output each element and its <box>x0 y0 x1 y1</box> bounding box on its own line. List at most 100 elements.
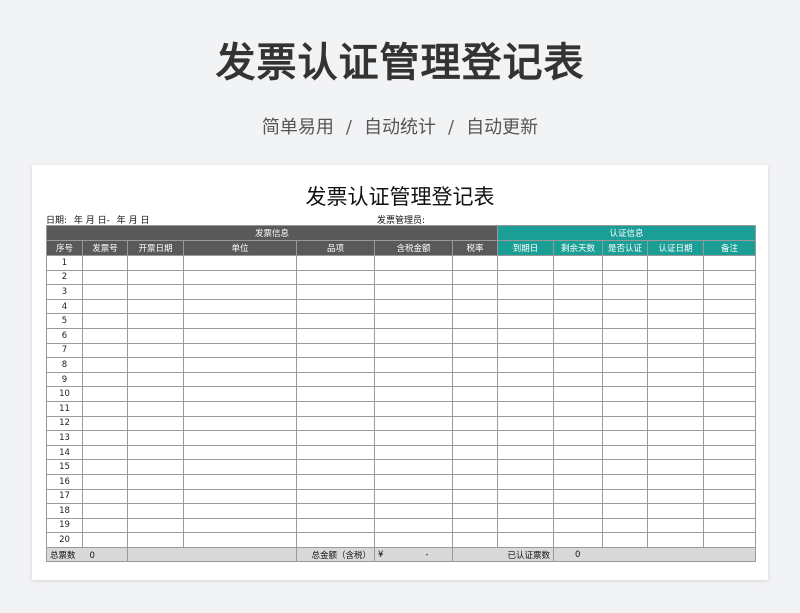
cell-cert-date[interactable] <box>647 313 705 329</box>
cell-cert-date[interactable] <box>647 298 705 315</box>
cell-invoice-no[interactable] <box>82 473 128 490</box>
cell-tax-rate[interactable] <box>451 357 499 373</box>
cell-invoice-no[interactable] <box>82 444 128 461</box>
cell-cert-date[interactable] <box>647 459 705 475</box>
cell-remaining-days[interactable] <box>553 488 604 505</box>
cell-unit[interactable] <box>183 327 297 344</box>
cell-cert-date[interactable] <box>647 488 705 505</box>
cell-cert-date[interactable] <box>647 327 705 344</box>
cell-unit[interactable] <box>183 400 297 417</box>
cell-remaining-days[interactable] <box>553 430 604 446</box>
cell-issue-date[interactable] <box>127 430 184 446</box>
cell-unit[interactable] <box>183 371 297 388</box>
cell-tax-rate[interactable] <box>451 255 499 271</box>
cell-item[interactable] <box>296 400 375 417</box>
cell-item[interactable] <box>296 269 375 286</box>
cell-issue-date[interactable] <box>127 357 184 373</box>
cell-unit[interactable] <box>183 517 297 534</box>
cell-invoice-no[interactable] <box>82 313 128 329</box>
cell-unit[interactable] <box>183 444 297 461</box>
cell-cert-date[interactable] <box>647 430 705 446</box>
cell-tax-rate[interactable] <box>451 503 499 519</box>
cell-issue-date[interactable] <box>127 473 184 490</box>
cell-is-certified[interactable] <box>602 430 649 446</box>
cell-tax-rate[interactable] <box>451 415 499 432</box>
cell-cert-date[interactable] <box>647 371 705 388</box>
cell-invoice-no[interactable] <box>82 386 128 402</box>
cell-due-date[interactable] <box>497 459 555 475</box>
cell-is-certified[interactable] <box>602 532 649 548</box>
cell-is-certified[interactable] <box>602 313 649 329</box>
cell-is-certified[interactable] <box>602 342 649 359</box>
cell-item[interactable] <box>296 444 375 461</box>
cell-amount-with-tax[interactable] <box>374 473 453 490</box>
cell-tax-rate[interactable] <box>451 459 499 475</box>
cell-remark[interactable] <box>703 371 757 388</box>
cell-item[interactable] <box>296 298 375 315</box>
cell-due-date[interactable] <box>497 357 555 373</box>
cell-remark[interactable] <box>703 313 757 329</box>
cell-remark[interactable] <box>703 284 757 300</box>
cell-remaining-days[interactable] <box>553 357 604 373</box>
cell-tax-rate[interactable] <box>451 327 499 344</box>
cell-remark[interactable] <box>703 503 757 519</box>
cell-remark[interactable] <box>703 269 757 286</box>
cell-remaining-days[interactable] <box>553 473 604 490</box>
cell-amount-with-tax[interactable] <box>374 503 453 519</box>
cell-remaining-days[interactable] <box>553 517 604 534</box>
cell-is-certified[interactable] <box>602 473 649 490</box>
cell-cert-date[interactable] <box>647 255 705 271</box>
cell-invoice-no[interactable] <box>82 298 128 315</box>
cell-remaining-days[interactable] <box>553 342 604 359</box>
cell-item[interactable] <box>296 327 375 344</box>
cell-item[interactable] <box>296 371 375 388</box>
cell-remark[interactable] <box>703 255 757 271</box>
cell-remark[interactable] <box>703 415 757 432</box>
cell-unit[interactable] <box>183 298 297 315</box>
cell-issue-date[interactable] <box>127 313 184 329</box>
cell-amount-with-tax[interactable] <box>374 357 453 373</box>
cell-issue-date[interactable] <box>127 284 184 300</box>
cell-due-date[interactable] <box>497 473 555 490</box>
cell-cert-date[interactable] <box>647 415 705 432</box>
cell-unit[interactable] <box>183 269 297 286</box>
cell-due-date[interactable] <box>497 298 555 315</box>
cell-invoice-no[interactable] <box>82 357 128 373</box>
cell-is-certified[interactable] <box>602 400 649 417</box>
cell-due-date[interactable] <box>497 400 555 417</box>
cell-unit[interactable] <box>183 357 297 373</box>
cell-is-certified[interactable] <box>602 459 649 475</box>
cell-is-certified[interactable] <box>602 488 649 505</box>
cell-unit[interactable] <box>183 386 297 402</box>
cell-invoice-no[interactable] <box>82 400 128 417</box>
cell-amount-with-tax[interactable] <box>374 386 453 402</box>
cell-is-certified[interactable] <box>602 255 649 271</box>
cell-item[interactable] <box>296 430 375 446</box>
cell-unit[interactable] <box>183 255 297 271</box>
cell-unit[interactable] <box>183 473 297 490</box>
cell-due-date[interactable] <box>497 371 555 388</box>
cell-cert-date[interactable] <box>647 473 705 490</box>
cell-item[interactable] <box>296 386 375 402</box>
cell-issue-date[interactable] <box>127 400 184 417</box>
cell-invoice-no[interactable] <box>82 532 128 548</box>
cell-remaining-days[interactable] <box>553 459 604 475</box>
cell-issue-date[interactable] <box>127 532 184 548</box>
cell-is-certified[interactable] <box>602 357 649 373</box>
cell-tax-rate[interactable] <box>451 517 499 534</box>
cell-amount-with-tax[interactable] <box>374 298 453 315</box>
cell-unit[interactable] <box>183 459 297 475</box>
cell-remaining-days[interactable] <box>553 269 604 286</box>
cell-remark[interactable] <box>703 400 757 417</box>
cell-cert-date[interactable] <box>647 444 705 461</box>
cell-cert-date[interactable] <box>647 386 705 402</box>
cell-unit[interactable] <box>183 488 297 505</box>
cell-amount-with-tax[interactable] <box>374 415 453 432</box>
cell-due-date[interactable] <box>497 313 555 329</box>
cell-due-date[interactable] <box>497 503 555 519</box>
cell-issue-date[interactable] <box>127 342 184 359</box>
cell-item[interactable] <box>296 503 375 519</box>
cell-item[interactable] <box>296 459 375 475</box>
cell-amount-with-tax[interactable] <box>374 459 453 475</box>
cell-remark[interactable] <box>703 386 757 402</box>
